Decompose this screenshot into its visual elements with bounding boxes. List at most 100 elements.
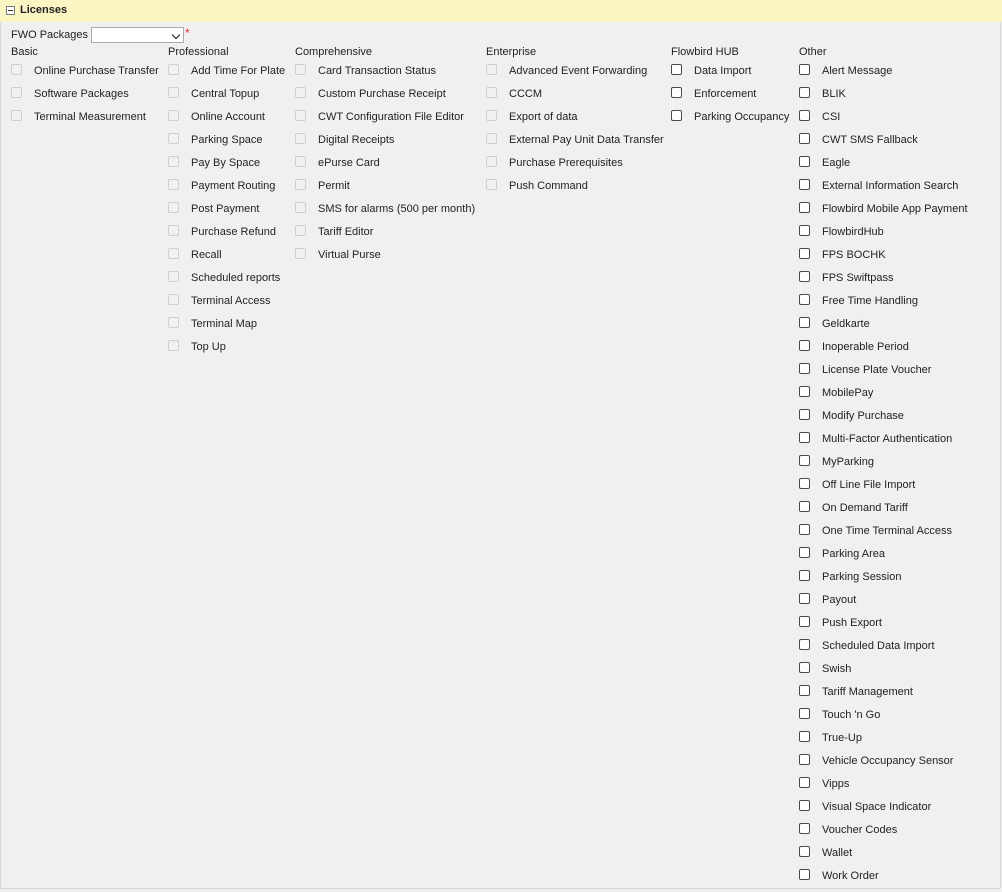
license-checkbox[interactable]	[799, 800, 810, 811]
license-checkbox	[295, 87, 306, 98]
chevron-down-icon	[171, 30, 181, 40]
license-checkbox	[168, 202, 179, 213]
license-label: MyParking	[822, 456, 874, 468]
license-label: Vipps	[822, 778, 850, 790]
license-checkbox[interactable]	[799, 846, 810, 857]
license-label: One Time Terminal Access	[822, 525, 953, 537]
license-label: Post Payment	[191, 203, 260, 215]
license-checkbox	[295, 225, 306, 236]
license-checkbox[interactable]	[799, 156, 810, 167]
license-checkbox[interactable]	[799, 317, 810, 328]
license-checkbox[interactable]	[799, 662, 810, 673]
license-label: Parking Session	[822, 571, 902, 583]
license-label: Push Command	[509, 180, 588, 192]
license-checkbox[interactable]	[799, 271, 810, 282]
license-label: CWT Configuration File Editor	[318, 111, 464, 123]
license-checkbox[interactable]	[799, 731, 810, 742]
license-checkbox[interactable]	[799, 64, 810, 75]
license-label: ePurse Card	[318, 157, 380, 169]
license-label: Tariff Editor	[318, 226, 374, 238]
license-label: Vehicle Occupancy Sensor	[822, 755, 954, 767]
license-label: Advanced Event Forwarding	[509, 65, 648, 77]
license-checkbox	[11, 64, 22, 75]
license-checkbox	[168, 179, 179, 190]
license-label: Virtual Purse	[318, 249, 381, 261]
license-label: Recall	[191, 249, 222, 261]
license-checkbox[interactable]	[799, 616, 810, 627]
license-label: Parking Space	[191, 134, 263, 146]
license-checkbox[interactable]	[799, 87, 810, 98]
license-checkbox[interactable]	[799, 593, 810, 604]
license-checkbox[interactable]	[671, 110, 682, 121]
license-checkbox[interactable]	[671, 64, 682, 75]
license-checkbox[interactable]	[799, 432, 810, 443]
license-checkbox	[486, 110, 497, 121]
license-label: BLIK	[822, 88, 846, 100]
license-checkbox[interactable]	[799, 754, 810, 765]
license-label: Modify Purchase	[822, 410, 904, 422]
license-checkbox[interactable]	[671, 87, 682, 98]
license-label: Parking Area	[822, 548, 885, 560]
collapse-icon[interactable]	[6, 6, 15, 15]
license-checkbox[interactable]	[799, 248, 810, 259]
license-checkbox[interactable]	[799, 823, 810, 834]
license-checkbox[interactable]	[799, 340, 810, 351]
license-label: External Pay Unit Data Transfer	[509, 134, 664, 146]
license-checkbox[interactable]	[799, 409, 810, 420]
license-checkbox[interactable]	[799, 547, 810, 558]
license-checkbox	[486, 87, 497, 98]
license-checkbox[interactable]	[799, 685, 810, 696]
fwo-packages-label: FWO Packages	[11, 29, 89, 41]
column-title: Other	[799, 46, 827, 58]
fwo-packages-select[interactable]	[91, 27, 184, 43]
license-label: Digital Receipts	[318, 134, 395, 146]
license-checkbox	[168, 340, 179, 351]
license-checkbox	[168, 156, 179, 167]
license-checkbox	[295, 133, 306, 144]
license-checkbox[interactable]	[799, 455, 810, 466]
license-label: Card Transaction Status	[318, 65, 437, 77]
license-label: True-Up	[822, 732, 862, 744]
license-label: External Information Search	[822, 180, 959, 192]
license-label: Flowbird Mobile App Payment	[822, 203, 968, 215]
license-label: Voucher Codes	[822, 824, 898, 836]
license-label: Pay By Space	[191, 157, 261, 169]
license-checkbox[interactable]	[799, 708, 810, 719]
license-label: Custom Purchase Receipt	[318, 88, 446, 100]
column-title: Enterprise	[486, 46, 537, 58]
license-label: Inoperable Period	[822, 341, 909, 353]
license-label: Geldkarte	[822, 318, 870, 330]
license-label: Scheduled reports	[191, 272, 281, 284]
license-label: Work Order	[822, 870, 879, 882]
license-checkbox[interactable]	[799, 524, 810, 535]
license-label: Multi-Factor Authentication	[822, 433, 953, 445]
column-title: Flowbird HUB	[671, 46, 739, 58]
license-checkbox[interactable]	[799, 501, 810, 512]
license-label: On Demand Tariff	[822, 502, 908, 514]
license-checkbox[interactable]	[799, 363, 810, 374]
license-label: Terminal Access	[191, 295, 271, 307]
license-checkbox	[486, 133, 497, 144]
license-checkbox[interactable]	[799, 639, 810, 650]
license-checkbox	[486, 156, 497, 167]
license-label: FPS BOCHK	[822, 249, 886, 261]
license-checkbox[interactable]	[799, 133, 810, 144]
license-label: Top Up	[191, 341, 226, 353]
license-checkbox[interactable]	[799, 202, 810, 213]
license-checkbox	[486, 179, 497, 190]
license-label: Free Time Handling	[822, 295, 918, 307]
license-checkbox[interactable]	[799, 225, 810, 236]
license-checkbox[interactable]	[799, 570, 810, 581]
license-checkbox[interactable]	[799, 869, 810, 880]
license-label: Scheduled Data Import	[822, 640, 935, 652]
license-checkbox[interactable]	[799, 179, 810, 190]
license-label: Online Account	[191, 111, 265, 123]
license-checkbox[interactable]	[799, 777, 810, 788]
license-checkbox[interactable]	[799, 386, 810, 397]
license-checkbox	[486, 64, 497, 75]
license-checkbox[interactable]	[799, 110, 810, 121]
column-title: Comprehensive	[295, 46, 373, 58]
license-checkbox	[168, 110, 179, 121]
license-checkbox[interactable]	[799, 478, 810, 489]
license-checkbox[interactable]	[799, 294, 810, 305]
